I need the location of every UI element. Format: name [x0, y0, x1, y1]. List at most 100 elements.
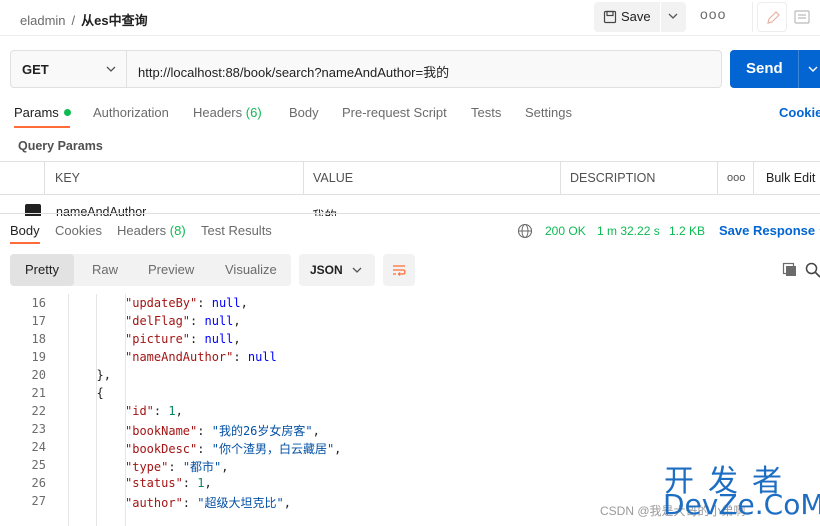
language-label: JSON [310, 263, 343, 277]
format-visualize[interactable]: Visualize [225, 262, 277, 277]
code-text: "bookName": "我的26岁女房客", [125, 424, 320, 438]
send-divider [798, 50, 799, 88]
pane-splitter[interactable] [0, 213, 820, 214]
code-text: "nameAndAuthor": null [125, 350, 277, 364]
save-response-button[interactable]: Save Response [719, 223, 820, 238]
request-name[interactable]: 从es中查询 [81, 13, 147, 28]
tab-response-cookies[interactable]: Cookies [55, 223, 102, 238]
tab-tests[interactable]: Tests [471, 105, 501, 120]
row-enabled-checkbox[interactable] [25, 204, 41, 216]
globe-icon[interactable] [517, 223, 533, 239]
chevron-down-icon[interactable] [666, 9, 680, 23]
code-line: 24 "bookDesc": "你个渣男，白云藏居", [0, 438, 820, 456]
tab-settings[interactable]: Settings [525, 105, 572, 120]
line-number: 19 [31, 350, 46, 364]
response-time: 1 m 32.22 s [597, 224, 660, 238]
method-label: GET [22, 62, 49, 77]
tab-params[interactable]: Params [14, 105, 71, 120]
url-input[interactable]: http://localhost:88/book/search?nameAndA… [138, 62, 449, 81]
method-select[interactable]: GET [11, 51, 127, 87]
tab-headers[interactable]: Headers (6) [193, 105, 262, 120]
code-line: 18 "picture": null, [0, 330, 820, 348]
code-line: 17 "delFlag": null, [0, 312, 820, 330]
tab-response-body[interactable]: Body [10, 223, 40, 238]
line-number: 18 [31, 332, 46, 346]
key-column-header: KEY [44, 162, 303, 195]
code-line: 23 "bookName": "我的26岁女房客", [0, 420, 820, 438]
line-number: 24 [31, 440, 46, 454]
code-line: 20}, [0, 366, 820, 384]
language-select[interactable]: JSON [299, 254, 375, 286]
line-number: 20 [31, 368, 46, 382]
line-number: 17 [31, 314, 46, 328]
response-size: 1.2 KB [669, 224, 706, 238]
code-text: "type": "都市", [125, 460, 229, 474]
line-number: 22 [31, 404, 46, 418]
column-options-icon[interactable]: ooo [717, 162, 753, 195]
tab-body[interactable]: Body [289, 105, 319, 120]
request-tabs: Params Authorization Headers (6) Body Pr… [0, 98, 820, 128]
search-icon[interactable] [805, 262, 820, 278]
breadcrumb-separator: / [71, 13, 76, 28]
code-line: 16 "updateBy": null, [0, 294, 820, 312]
code-text: "delFlag": null, [125, 314, 241, 328]
send-label: Send [746, 60, 783, 77]
send-button[interactable]: Send [730, 50, 820, 88]
breadcrumb-workspace[interactable]: eladmin [20, 13, 66, 28]
format-raw[interactable]: Raw [92, 262, 118, 277]
active-tab-underline [14, 126, 70, 128]
code-line: 21 { [0, 384, 820, 402]
top-bar: eladmin / 从es中查询 Save ooo [0, 0, 820, 36]
params-table: KEY VALUE DESCRIPTION ooo Bulk Edit name… [0, 161, 820, 216]
value-column-header: VALUE [303, 162, 560, 195]
line-number: 27 [31, 494, 46, 508]
code-text: "status": 1, [125, 476, 212, 490]
code-text: "bookDesc": "你个渣男，白云藏居", [125, 442, 342, 456]
more-actions-icon[interactable]: ooo [700, 6, 726, 22]
documentation-icon[interactable] [793, 8, 811, 26]
wrap-lines-icon [393, 265, 406, 276]
line-number: 21 [31, 386, 46, 400]
line-number: 25 [31, 458, 46, 472]
save-divider [660, 2, 661, 32]
save-icon [603, 10, 617, 24]
save-button[interactable]: Save [594, 2, 686, 32]
code-text: "id": 1, [125, 404, 183, 418]
format-pretty[interactable]: Pretty [25, 262, 59, 277]
tab-test-results[interactable]: Test Results [201, 223, 272, 238]
tab-authorization[interactable]: Authorization [93, 105, 169, 120]
params-table-header: KEY VALUE DESCRIPTION ooo Bulk Edit [0, 162, 820, 195]
right-panel-icons [752, 2, 820, 32]
line-number: 26 [31, 476, 46, 490]
code-text: }, [96, 368, 111, 382]
param-key[interactable]: nameAndAuthor [56, 205, 146, 216]
tab-pre-request-script[interactable]: Pre-request Script [342, 105, 447, 120]
description-column-header: DESCRIPTION [560, 162, 717, 195]
response-bar: Body Cookies Headers (8) Test Results 20… [0, 218, 820, 244]
code-text: "author": "超级大坦克比", [125, 496, 291, 510]
format-tabs: Pretty Raw Preview Visualize [10, 254, 291, 286]
code-line: 22 "id": 1, [0, 402, 820, 420]
tab-response-headers[interactable]: Headers (8) [117, 223, 186, 238]
format-preview[interactable]: Preview [148, 262, 194, 277]
format-bar: Pretty Raw Preview Visualize JSON [0, 254, 820, 286]
chevron-down-icon [352, 267, 362, 273]
code-text: "updateBy": null, [125, 296, 248, 310]
cookies-link[interactable]: Cookie [779, 105, 820, 120]
bulk-edit-button[interactable]: Bulk Edit [753, 162, 820, 195]
code-text: { [96, 386, 104, 400]
wrap-lines-button[interactable] [383, 254, 415, 286]
code-text: "picture": null, [125, 332, 241, 346]
url-bar: GET http://localhost:88/book/search?name… [10, 50, 722, 88]
line-number: 16 [31, 296, 46, 310]
query-params-title: Query Params [18, 139, 103, 153]
copy-icon[interactable] [782, 262, 798, 278]
chevron-down-icon[interactable] [806, 62, 820, 76]
code-line: 19 "nameAndAuthor": null [0, 348, 820, 366]
param-value[interactable]: 我的 [312, 205, 337, 216]
params-indicator-dot [63, 109, 71, 116]
edit-button[interactable] [757, 2, 787, 32]
watermark-en: DevZe.CoM [663, 488, 820, 521]
save-label: Save [621, 9, 651, 24]
pencil-icon [767, 11, 780, 24]
